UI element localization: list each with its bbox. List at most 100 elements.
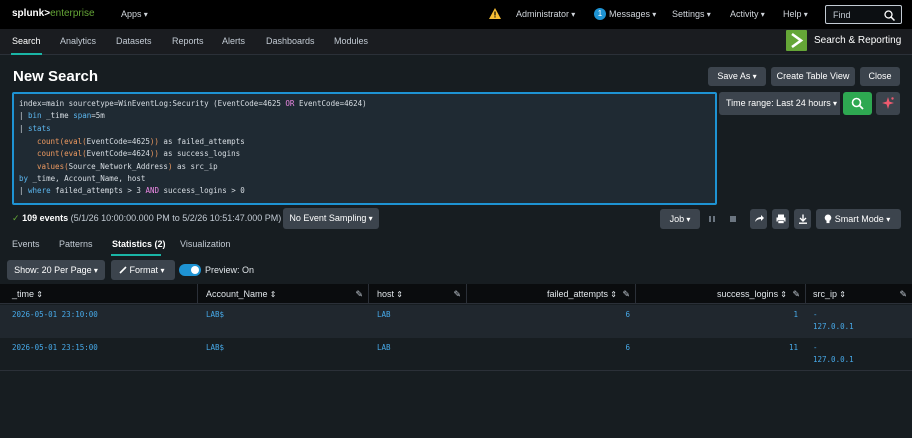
tab-reports[interactable]: Reports <box>172 36 204 46</box>
cell-src-ip[interactable]: 127.0.0.1 <box>813 322 854 331</box>
tab-events[interactable]: Events <box>12 239 40 249</box>
print-icon <box>776 214 786 224</box>
logo-brand: splunk> <box>12 8 51 19</box>
format-label: Format <box>129 265 158 275</box>
query-line-7: by _time, Account_Name, host <box>19 174 146 183</box>
edit-icon[interactable]: ✎ <box>622 284 630 304</box>
search-icon <box>851 97 864 110</box>
warning-icon[interactable] <box>489 8 501 21</box>
find-placeholder: Find <box>833 10 851 20</box>
query-line-5: count(eval(EventCode=4624)) as success_l… <box>37 149 241 158</box>
tab-modules[interactable]: Modules <box>334 36 368 46</box>
table-row: 2026-05-01 23:10:00 LAB$ LAB 6 1 - 127.0… <box>0 305 912 338</box>
preview-label: Preview: On <box>205 265 255 275</box>
app-name[interactable]: Search & Reporting <box>814 35 901 46</box>
tab-alerts[interactable]: Alerts <box>222 36 245 46</box>
active-result-tab-indicator <box>111 254 161 256</box>
cell-time[interactable]: 2026-05-01 23:10:00 <box>12 310 98 319</box>
time-range-label: Time range: Last 24 hours <box>726 98 837 108</box>
active-tab-indicator <box>11 53 42 55</box>
cell-failed-attempts[interactable]: 6 <box>600 343 630 352</box>
cell-src-ip-dash: - <box>813 343 818 352</box>
share-icon <box>755 215 764 222</box>
query-line-3: | stats <box>19 124 51 133</box>
tab-visualization[interactable]: Visualization <box>180 239 230 249</box>
event-time-range: (5/1/26 10:00:00.000 PM to 5/2/26 10:51:… <box>70 213 282 223</box>
export-button[interactable] <box>794 209 811 229</box>
query-line-6: values(Source_Network_Address) as src_ip <box>37 162 218 171</box>
messages-badge[interactable]: 1 <box>594 8 606 20</box>
check-icon: ✓ <box>12 213 20 223</box>
tab-datasets[interactable]: Datasets <box>116 36 152 46</box>
share-button[interactable] <box>750 209 767 229</box>
search-query-editor[interactable]: index=main sourcetype=WinEventLog:Securi… <box>12 92 717 205</box>
save-as-button[interactable]: Save As <box>708 67 766 86</box>
logo-product: enterprise <box>50 8 95 19</box>
tab-dashboards[interactable]: Dashboards <box>266 36 315 46</box>
format-dropdown[interactable]: Format <box>111 260 175 280</box>
app-logo-icon <box>786 30 807 51</box>
column-header-time[interactable]: _time <box>0 284 198 304</box>
edit-icon[interactable]: ✎ <box>355 284 363 304</box>
stop-icon[interactable] <box>729 214 737 226</box>
cell-failed-attempts[interactable]: 6 <box>600 310 630 319</box>
cell-host[interactable]: LAB <box>377 343 391 352</box>
create-table-view-button[interactable]: Create Table View <box>771 67 855 86</box>
query-line-2: | bin _time span=5m <box>19 111 105 120</box>
query-line-8: | where failed_attempts > 3 AND success_… <box>19 186 245 195</box>
column-header-src-ip[interactable]: src_ip✎ <box>806 284 912 304</box>
help-menu[interactable]: Help <box>783 9 808 19</box>
activity-menu[interactable]: Activity <box>730 9 765 19</box>
settings-menu[interactable]: Settings <box>672 9 711 19</box>
tab-search[interactable]: Search <box>12 36 41 46</box>
cell-account-name[interactable]: LAB$ <box>206 310 224 319</box>
cell-time[interactable]: 2026-05-01 23:15:00 <box>12 343 98 352</box>
column-header-failed-attempts[interactable]: failed_attempts✎ <box>467 284 636 304</box>
print-button[interactable] <box>772 209 789 229</box>
cell-success-logins[interactable]: 1 <box>768 310 798 319</box>
close-button[interactable]: Close <box>860 67 900 86</box>
query-line-4: count(eval(EventCode=4625)) as failed_at… <box>37 137 245 146</box>
search-mode-dropdown[interactable]: Smart Mode <box>816 209 901 229</box>
tab-analytics[interactable]: Analytics <box>60 36 96 46</box>
cell-account-name[interactable]: LAB$ <box>206 343 224 352</box>
lightbulb-icon <box>824 214 832 224</box>
download-icon <box>799 214 807 224</box>
event-count[interactable]: 109 events <box>22 213 68 223</box>
edit-icon[interactable]: ✎ <box>899 284 907 304</box>
table-row: 2026-05-01 23:15:00 LAB$ LAB 6 11 - 127.… <box>0 338 912 371</box>
query-line-1: index=main sourcetype=WinEventLog:Securi… <box>19 99 367 108</box>
find-input[interactable]: Find <box>825 5 902 24</box>
search-assistant-button[interactable] <box>876 92 900 115</box>
search-icon <box>884 10 895 21</box>
per-page-dropdown[interactable]: Show: 20 Per Page <box>7 260 105 280</box>
job-status: ✓ 109 events (5/1/26 10:00:00.000 PM to … <box>12 213 281 224</box>
time-range-picker[interactable]: Time range: Last 24 hours <box>719 92 840 115</box>
column-header-success-logins[interactable]: success_logins✎ <box>636 284 806 304</box>
user-menu[interactable]: Administrator <box>516 9 575 19</box>
messages-menu[interactable]: Messages <box>609 9 656 19</box>
cell-src-ip-dash: - <box>813 310 818 319</box>
search-submit-button[interactable] <box>843 92 872 115</box>
sparkle-icon <box>882 97 894 109</box>
cell-src-ip[interactable]: 127.0.0.1 <box>813 355 854 364</box>
column-header-account-name[interactable]: Account_Name✎ <box>198 284 369 304</box>
table-header: _time Account_Name✎ host✎ failed_attempt… <box>0 284 912 304</box>
job-menu-button[interactable]: Job <box>660 209 700 229</box>
tab-patterns[interactable]: Patterns <box>59 239 93 249</box>
splunk-logo[interactable]: splunk>enterprise <box>12 8 95 19</box>
cell-host[interactable]: LAB <box>377 310 391 319</box>
apps-menu[interactable]: Apps <box>121 9 148 19</box>
page-title: New Search <box>13 68 99 85</box>
pencil-icon <box>119 266 127 274</box>
cell-success-logins[interactable]: 11 <box>768 343 798 352</box>
column-header-host[interactable]: host✎ <box>369 284 467 304</box>
preview-toggle[interactable] <box>179 264 201 276</box>
edit-icon[interactable]: ✎ <box>453 284 461 304</box>
search-mode-label: Smart Mode <box>834 214 884 224</box>
app-nav-bar: Search Analytics Datasets Reports Alerts… <box>0 29 912 55</box>
event-sampling-dropdown[interactable]: No Event Sampling <box>283 208 379 229</box>
tab-statistics[interactable]: Statistics (2) <box>112 239 166 249</box>
pause-icon[interactable] <box>708 214 716 226</box>
edit-icon[interactable]: ✎ <box>792 284 800 304</box>
